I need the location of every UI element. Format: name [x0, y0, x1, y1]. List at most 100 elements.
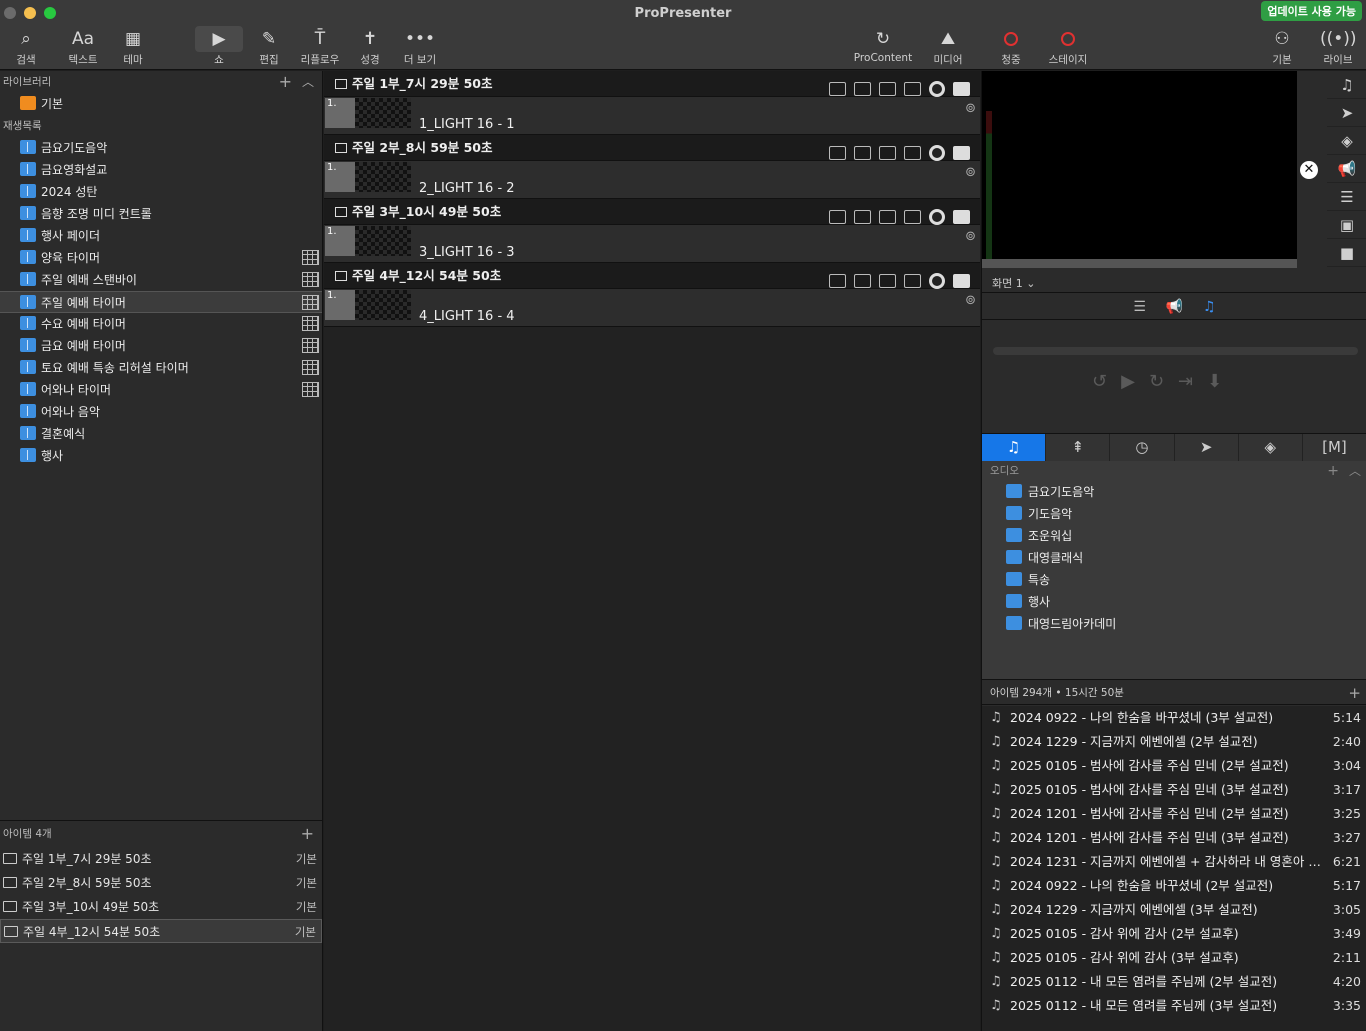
live-button[interactable]: ((•)) 라이브 — [1320, 26, 1357, 70]
slide-row[interactable]: 1. 3_LIGHT 16 - 3 ⊚ — [324, 225, 980, 263]
song-row[interactable]: ♫ 2024 1229 - 지금까지 에벤에셀 (2부 설교전) 2:40 — [982, 730, 1366, 754]
song-row[interactable]: ♫ 2024 1231 - 지금까지 에벤에셀 + 감사하라 내 영혼아 + 나의… — [982, 850, 1366, 874]
messages-tab[interactable]: ➤ — [1174, 434, 1239, 461]
go-to-next-icon[interactable] — [953, 209, 970, 224]
audio-playlist-item[interactable]: 대영클래식 — [982, 547, 1366, 569]
audio-playlist-item[interactable]: 금요기도음악 — [982, 481, 1366, 503]
slide-layer-icon[interactable]: ☰ — [1327, 183, 1366, 211]
stage-button[interactable]: 스테이지 — [1046, 26, 1090, 70]
notes-icon[interactable] — [854, 81, 871, 96]
slide-thumbnail[interactable] — [355, 162, 411, 192]
arrangement-icon[interactable] — [879, 273, 896, 288]
stage-layouts-tab[interactable]: ◈ — [1238, 434, 1303, 461]
rewind-15-icon[interactable]: ↺ — [1092, 371, 1121, 392]
playlist-item[interactable]: 양육 타이머 — [0, 247, 322, 269]
more-button[interactable]: ••• 더 보기 — [400, 26, 440, 70]
props-tab[interactable]: ⇞ — [1046, 434, 1111, 461]
notes-icon[interactable] — [854, 273, 871, 288]
playlist-item[interactable]: 어와나 음악 — [0, 401, 322, 423]
audio-progress-bar[interactable] — [993, 347, 1358, 355]
presentation-header[interactable]: 주일 3부_10시 49분 50초 — [324, 199, 980, 225]
arrangement-icon[interactable] — [879, 81, 896, 96]
playlist-item[interactable]: 주일 예배 스탠바이 — [0, 269, 322, 291]
song-row[interactable]: ♫ 2025 0112 - 내 모든 염려를 주님께 (3부 설교전) 3:35 — [982, 994, 1366, 1018]
slide-thumbnail[interactable] — [355, 98, 411, 128]
play-icon[interactable]: ▶ — [1121, 371, 1149, 392]
item-row[interactable]: 주일 4부_12시 54분 50초 기본 — [0, 919, 322, 943]
presentation-header[interactable]: 주일 4부_12시 54분 50초 — [324, 263, 980, 289]
layout-icon[interactable] — [904, 145, 921, 160]
arrangement-icon[interactable] — [879, 145, 896, 160]
search-button[interactable]: ⌕ 검색 — [8, 26, 44, 70]
collapse-icon[interactable]: ︿ — [302, 71, 314, 93]
collapse-icon[interactable]: ︿ — [1349, 461, 1361, 481]
playlist-item[interactable]: 수요 예배 타이머 — [0, 313, 322, 335]
edit-button[interactable]: ✎ 편집 — [253, 26, 285, 70]
audio-playlist-item[interactable]: 행사 — [982, 591, 1366, 613]
text-button[interactable]: Aa 텍스트 — [64, 26, 102, 70]
playlist-item[interactable]: 결혼예식 — [0, 423, 322, 445]
announcement-tab-icon[interactable]: 📢 — [1166, 299, 1183, 315]
timeline-icon[interactable] — [829, 145, 846, 160]
audio-layer-icon[interactable]: ♫ — [1327, 71, 1366, 99]
announcements-icon[interactable]: 📢 — [1327, 155, 1366, 183]
playlist-item[interactable]: 행사 페이더 — [0, 225, 322, 247]
arrangement-icon[interactable] — [879, 209, 896, 224]
preview-scrollbar[interactable] — [982, 259, 1297, 268]
item-row[interactable]: 주일 1부_7시 29분 50초 기본 — [0, 847, 322, 871]
reflow-button[interactable]: T̄ 리플로우 — [298, 26, 342, 70]
song-row[interactable]: ♫ 2025 0112 - 내 모든 염려를 주님께 (2부 설교전) 4:20 — [982, 970, 1366, 994]
record-icon[interactable] — [929, 272, 945, 289]
video-input-icon[interactable]: ■ — [1327, 239, 1366, 267]
song-row[interactable]: ♫ 2025 0105 - 범사에 감사를 주심 믿네 (2부 설교전) 3:04 — [982, 754, 1366, 778]
presentation-header[interactable]: 주일 1부_7시 29분 50초 — [324, 71, 980, 97]
layout-icon[interactable] — [904, 81, 921, 96]
skip-icon[interactable]: ⇥ — [1178, 371, 1207, 392]
screen-select[interactable]: 화면 1 ⌄ — [992, 275, 1035, 291]
playlist-item[interactable]: 2024 성탄 — [0, 181, 322, 203]
playlist-item[interactable]: 토요 예배 특송 리허설 타이머 — [0, 357, 322, 379]
library-item-default[interactable]: 기본 — [0, 93, 322, 115]
record-icon[interactable] — [929, 144, 945, 161]
layers-icon[interactable]: ◈ — [1327, 127, 1366, 155]
audio-bin-tab[interactable]: ♫ — [982, 434, 1047, 461]
record-icon[interactable] — [929, 208, 945, 225]
item-row[interactable]: 주일 2부_8시 59분 50초 기본 — [0, 871, 322, 895]
tag-icon[interactable]: ⬇ — [1207, 371, 1236, 392]
notes-icon[interactable] — [854, 209, 871, 224]
media-button[interactable]: ⛰ 미디어 — [930, 26, 966, 70]
audio-tab-icon[interactable]: ♫ — [1203, 299, 1216, 315]
layout-icon[interactable] — [904, 209, 921, 224]
playlist-item[interactable]: 음향 조명 미디 컨트롤 — [0, 203, 322, 225]
add-audio-playlist-icon[interactable]: + — [1327, 461, 1339, 481]
layout-icon[interactable] — [904, 273, 921, 288]
macros-tab[interactable]: [M] — [1302, 434, 1366, 461]
clear-all-icon[interactable]: ✕ — [1300, 161, 1318, 179]
go-to-next-icon[interactable] — [953, 145, 970, 160]
playlist-item[interactable]: 금요 예배 타이머 — [0, 335, 322, 357]
audio-playlist-item[interactable]: 대영드림아카데미 — [982, 613, 1366, 635]
show-button[interactable]: ▶ 쇼 — [195, 26, 243, 70]
go-to-next-icon[interactable] — [953, 81, 970, 96]
record-icon[interactable] — [929, 80, 945, 97]
song-row[interactable]: ♫ 2025 0105 - 범사에 감사를 주심 믿네 (3부 설교전) 3:17 — [982, 778, 1366, 802]
song-row[interactable]: ♫ 2024 1201 - 범사에 감사를 주심 믿네 (3부 설교전) 3:27 — [982, 826, 1366, 850]
timeline-icon[interactable] — [829, 209, 846, 224]
slide-thumbnail[interactable] — [355, 226, 411, 256]
forward-15-icon[interactable]: ↻ — [1149, 371, 1178, 392]
song-row[interactable]: ♫ 2024 1201 - 범사에 감사를 주심 믿네 (2부 설교전) 3:25 — [982, 802, 1366, 826]
procontent-button[interactable]: ↻ ProContent — [850, 26, 916, 70]
song-row[interactable]: ♫ 2024 0922 - 나의 한숨을 바꾸셨네 (2부 설교전) 5:17 — [982, 874, 1366, 898]
item-row[interactable]: 주일 3부_10시 49분 50초 기본 — [0, 895, 322, 919]
slide-row[interactable]: 1. 2_LIGHT 16 - 2 ⊚ — [324, 161, 980, 199]
theme-button[interactable]: ▦ 테마 — [116, 26, 150, 70]
notes-icon[interactable] — [854, 145, 871, 160]
song-row[interactable]: ♫ 2024 1229 - 지금까지 에벤에셀 (3부 설교전) 3:05 — [982, 898, 1366, 922]
audience-button[interactable]: 청중 — [994, 26, 1028, 70]
timeline-icon[interactable] — [829, 273, 846, 288]
add-library-icon[interactable]: + — [279, 71, 292, 93]
playlist-item[interactable]: 행사 — [0, 445, 322, 467]
slide-thumbnail[interactable] — [355, 290, 411, 320]
default-look-button[interactable]: ⚇ 기본 — [1266, 26, 1298, 70]
slide-row[interactable]: 1. 4_LIGHT 16 - 4 ⊚ — [324, 289, 980, 327]
